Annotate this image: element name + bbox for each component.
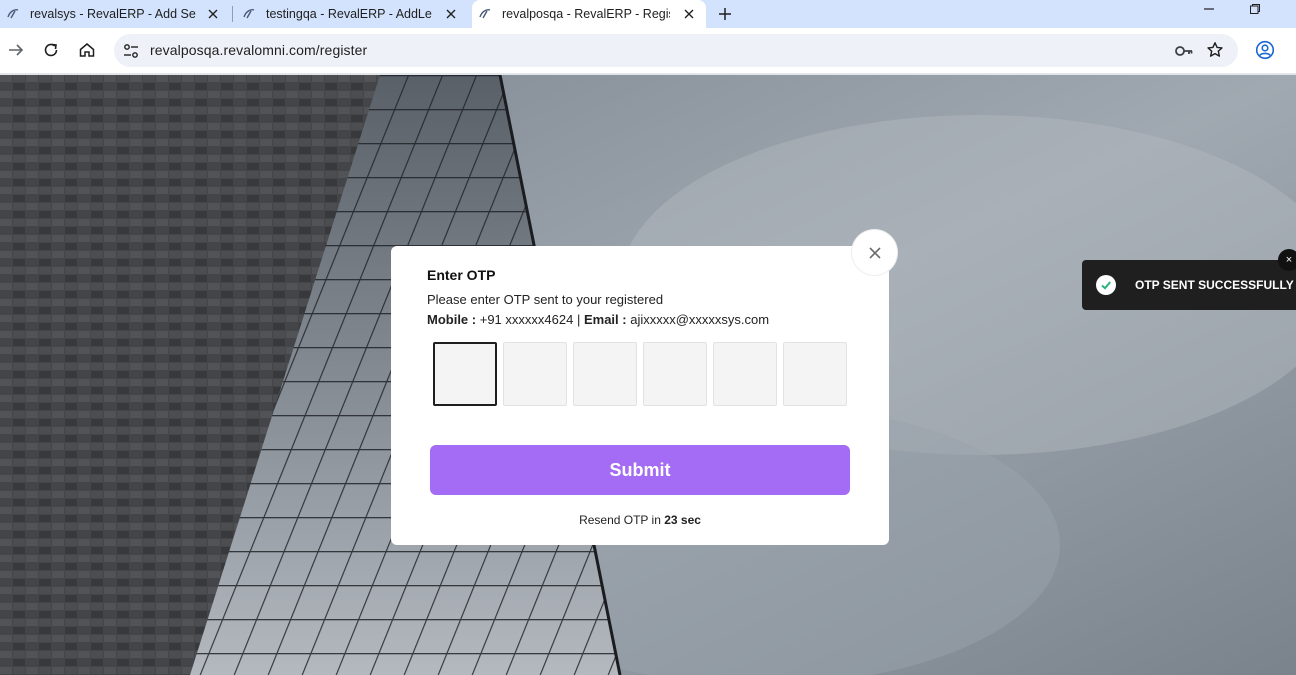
resend-countdown: 23 sec (664, 513, 701, 527)
otp-digit-1[interactable] (433, 342, 497, 406)
mobile-value: +91 xxxxxx4624 (479, 312, 574, 327)
reval-favicon-icon (7, 9, 19, 19)
otp-modal: Enter OTP Please enter OTP sent to your … (391, 246, 889, 545)
email-label: Email : (583, 312, 627, 327)
toast-close-button[interactable]: × (1278, 249, 1296, 271)
tab-separator (232, 6, 233, 22)
otp-sent-toast: OTP SENT SUCCESSFULLY (1082, 260, 1296, 310)
profile-icon[interactable] (1255, 40, 1275, 60)
browser-tab-1[interactable]: revalsys - RevalERP - Add Searc (0, 0, 230, 28)
resend-prefix: Resend OTP in (579, 513, 661, 527)
reload-icon[interactable] (41, 40, 61, 60)
otp-digit-3[interactable] (573, 342, 637, 406)
minimize-button[interactable] (1186, 0, 1232, 18)
submit-button[interactable]: Submit (430, 445, 850, 495)
otp-digit-2[interactable] (503, 342, 567, 406)
contact-separator: | (576, 312, 581, 327)
mobile-label: Mobile : (427, 312, 477, 327)
toast-message: OTP SENT SUCCESSFULLY (1135, 278, 1294, 292)
tab-close-icon[interactable] (444, 7, 458, 21)
forward-icon[interactable] (6, 40, 26, 60)
url-text[interactable]: revalposqa.revalomni.com/register (150, 42, 367, 58)
new-tab-icon[interactable] (716, 5, 734, 23)
browser-tab-strip: revalsys - RevalERP - Add Searc testingq… (0, 0, 1296, 28)
email-value: ajixxxxx@xxxxxsys.com (630, 312, 770, 327)
password-key-icon[interactable] (1174, 42, 1194, 60)
bookmark-star-icon[interactable] (1206, 41, 1224, 59)
otp-digit-6[interactable] (783, 342, 847, 406)
resend-otp-timer: Resend OTP in 23 sec (391, 513, 889, 527)
tab-close-icon[interactable] (682, 7, 696, 21)
tab-close-icon[interactable] (206, 7, 220, 21)
tab-title: testingqa - RevalERP - AddLeav (266, 7, 432, 21)
success-check-icon (1096, 275, 1116, 295)
otp-instruction: Please enter OTP sent to your registered (427, 292, 664, 307)
browser-toolbar: revalposqa.revalomni.com/register (0, 28, 1296, 74)
otp-digit-4[interactable] (643, 342, 707, 406)
address-bar[interactable]: revalposqa.revalomni.com/register (114, 34, 1238, 67)
otp-contact-details: Mobile : +91 xxxxxx4624 | Email : ajixxx… (427, 312, 769, 327)
browser-tab-3-active[interactable]: revalposqa - RevalERP - Registe (472, 0, 706, 28)
modal-close-button[interactable] (852, 230, 897, 275)
minimize-icon (1204, 8, 1214, 10)
modal-title: Enter OTP (427, 267, 496, 283)
tab-title: revalposqa - RevalERP - Registe (502, 7, 670, 21)
restore-button[interactable] (1232, 0, 1278, 18)
tab-title: revalsys - RevalERP - Add Searc (30, 7, 196, 21)
browser-tab-2[interactable]: testingqa - RevalERP - AddLeav (236, 0, 468, 28)
reval-favicon-icon (479, 9, 491, 19)
otp-digit-5[interactable] (713, 342, 777, 406)
site-settings-icon[interactable] (122, 42, 140, 60)
home-icon[interactable] (77, 40, 97, 60)
reval-favicon-icon (243, 9, 255, 19)
restore-icon (1250, 4, 1260, 14)
close-icon (868, 246, 881, 259)
